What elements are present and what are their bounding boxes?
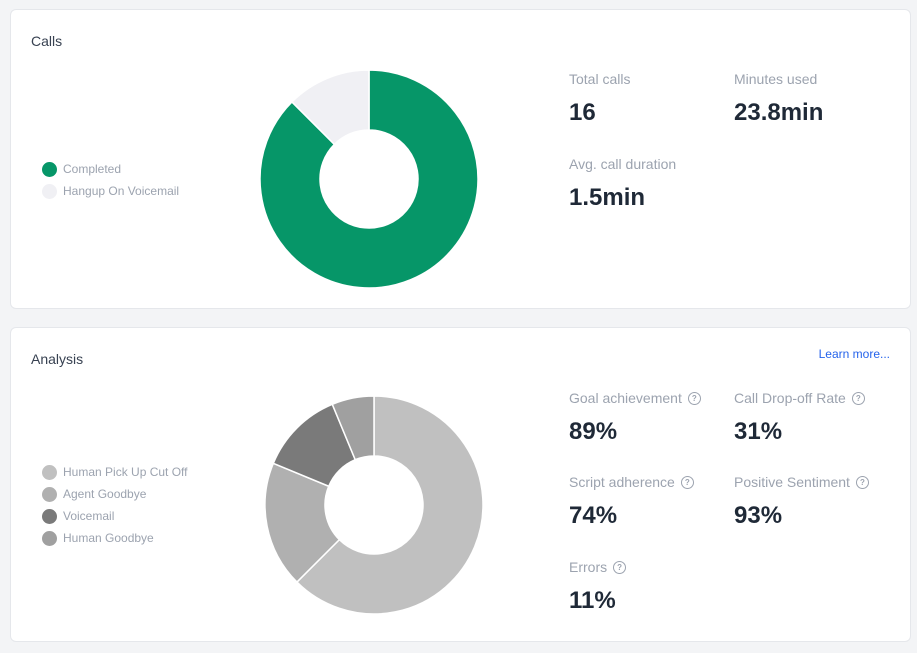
stat-label: Total calls [569,71,631,87]
stat-label-text: Positive Sentiment [734,474,850,490]
stat-value: 89% [569,418,618,445]
legend-item[interactable]: Human Goodbye [42,527,188,549]
stat-label: Goal achievement ? [569,390,701,406]
stat-value: 23.8min [734,99,824,126]
learn-more-link[interactable]: Learn more... [819,347,890,361]
question-circle-icon[interactable]: ? [687,391,701,405]
stat-errors: Errors ? 11% [569,559,627,615]
calls-card: Calls Completed Hangup On Voicemail Total… [10,9,911,309]
legend-swatch [42,486,57,502]
stat-label: Avg. call duration [569,156,677,172]
stat-label: Script adherence ? [569,474,694,490]
calls-card-title: Calls [31,33,63,49]
stat-label: Positive Sentiment ? [734,474,869,490]
stat-avg-call-duration: Avg. call duration 1.5min [569,156,676,212]
stat-script-adherence: Script adherence ? 74% [569,474,694,530]
stat-label-text: Script adherence [569,474,675,490]
analysis-card-title: Analysis [31,351,84,367]
calls-legend: Completed Hangup On Voicemail [42,158,179,202]
legend-label: Voicemail [63,509,115,523]
stat-label-text: Goal achievement [569,390,682,406]
stat-goal-achievement: Goal achievement ? 89% [569,390,701,446]
stat-positive-sentiment: Positive Sentiment ? 93% [734,474,869,530]
stat-value: 74% [569,502,618,529]
legend-swatch [42,183,57,199]
stat-value: 31% [734,418,783,445]
question-circle-icon[interactable]: ? [855,475,869,489]
question-circle-icon[interactable]: ? [613,560,627,574]
stat-label: Errors ? [569,559,627,575]
stat-call-drop-off-rate: Call Drop-off Rate ? 31% [734,390,865,446]
legend-swatch [42,161,57,177]
legend-item[interactable]: Hangup On Voicemail [42,180,179,202]
legend-item[interactable]: Agent Goodbye [42,483,188,505]
stat-minutes-used: Minutes used 23.8min [734,71,823,127]
legend-label: Hangup On Voicemail [63,184,180,198]
analysis-card: Analysis Learn more... Human Pick Up Cut… [10,327,911,642]
legend-label: Completed [63,162,122,176]
question-circle-icon[interactable]: ? [851,391,865,405]
question-circle-icon[interactable]: ? [680,475,694,489]
stat-label: Minutes used [734,71,818,87]
legend-swatch [42,464,57,480]
stat-label-text: Errors [569,559,608,575]
stat-value: 16 [569,99,596,126]
legend-label: Human Goodbye [63,531,154,545]
stat-value: 93% [734,502,783,529]
analysis-legend: Human Pick Up Cut Off Agent Goodbye Voicem… [42,461,188,549]
stat-total-calls: Total calls 16 [569,71,630,127]
stat-label-text: Call Drop-off Rate [734,390,846,406]
legend-item[interactable]: Voicemail [42,505,188,527]
legend-swatch [42,508,57,524]
legend-item[interactable]: Completed [42,158,179,180]
legend-item[interactable]: Human Pick Up Cut Off [42,461,188,483]
legend-label: Human Pick Up Cut Off [63,465,188,479]
calls-donut-chart [259,69,479,289]
stat-value: 11% [569,587,616,614]
analysis-donut-chart [264,395,484,615]
legend-swatch [42,530,57,546]
legend-label: Agent Goodbye [63,487,147,501]
stat-label: Call Drop-off Rate ? [734,390,865,406]
stat-value: 1.5min [569,184,646,211]
